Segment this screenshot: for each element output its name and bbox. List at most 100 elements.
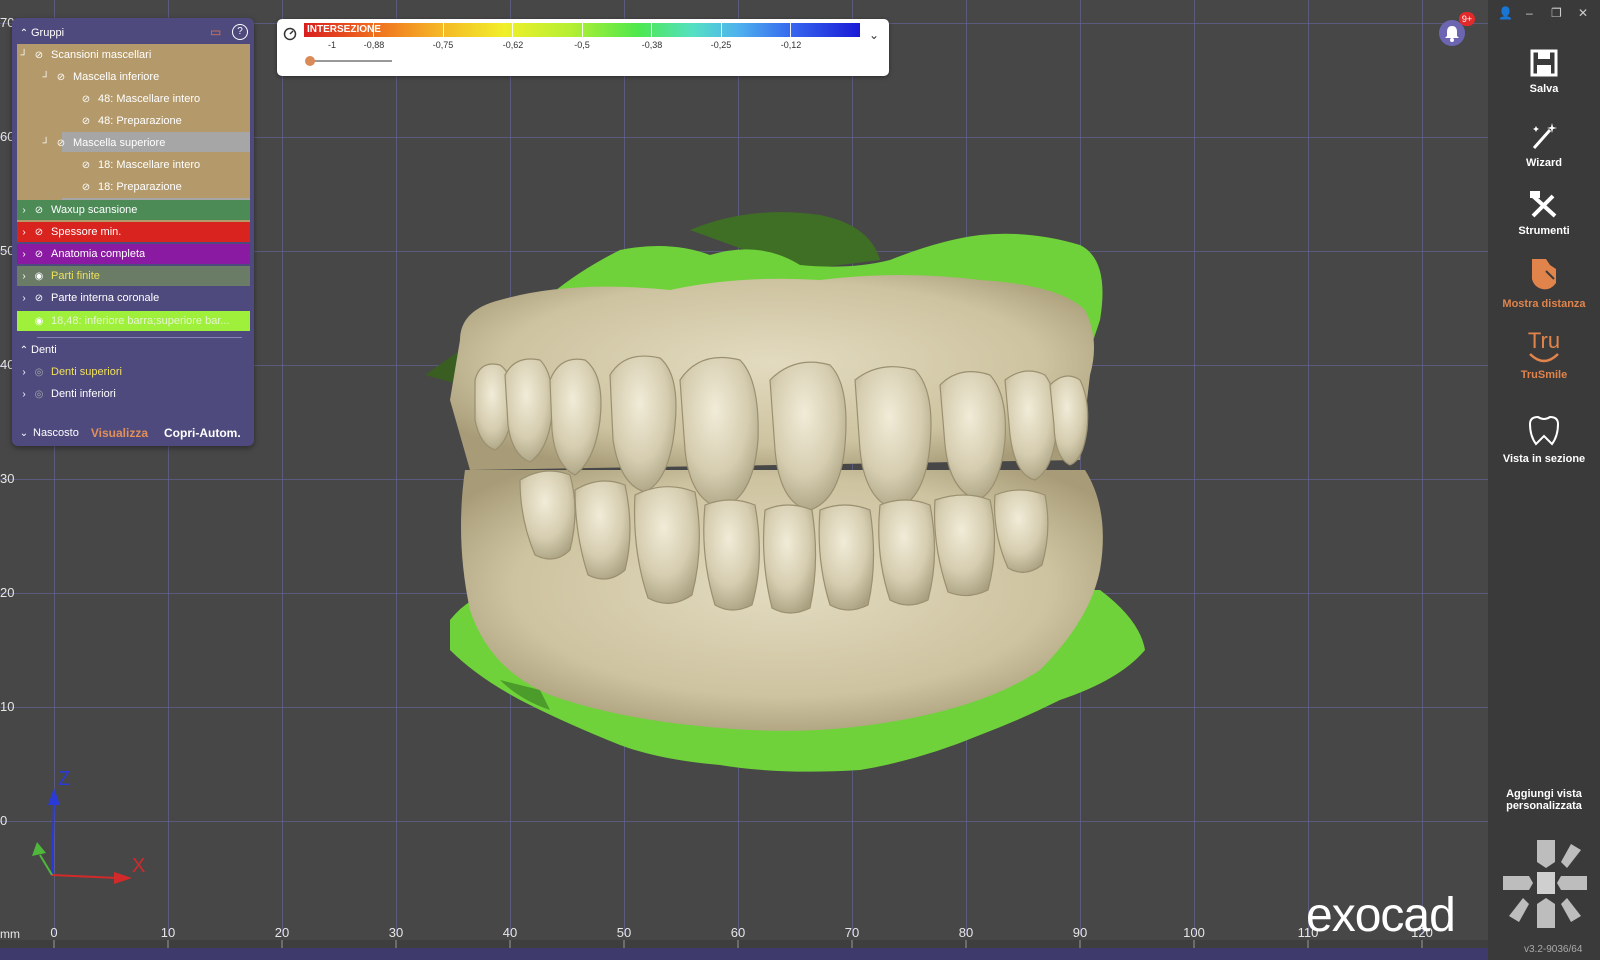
eye-hidden-icon[interactable]: ⊘: [53, 72, 69, 83]
help-icon[interactable]: ?: [232, 24, 248, 40]
show-distance-button[interactable]: Mostra distanza: [1488, 255, 1600, 310]
eye-hidden-icon[interactable]: ⊘: [78, 160, 94, 171]
x-tick-label: 10: [160, 925, 176, 940]
layer-18-preparazione[interactable]: ⊘ 18: Preparazione: [78, 177, 250, 197]
teeth-lower[interactable]: › ◎ Denti inferiori: [17, 384, 250, 404]
layer-anatomia-completa[interactable]: › ⊘ Anatomia completa: [17, 244, 250, 264]
layer-spessore-min[interactable]: › ⊘ Spessore min.: [17, 222, 250, 242]
layer-mascella-inferiore[interactable]: ┘ ⊘ Mascella inferiore: [39, 67, 250, 87]
grid-line: [282, 0, 283, 935]
eye-icon[interactable]: ◉: [31, 271, 47, 282]
scale-tick: -0,38: [641, 40, 663, 50]
layer-parte-interna-coronale[interactable]: › ⊘ Parte interna coronale: [17, 288, 250, 308]
show-button[interactable]: Visualizza: [91, 426, 148, 440]
layer-bar[interactable]: ◉ 18,48: inferiore barra;superiore bar..…: [17, 311, 250, 331]
scale-divider: [721, 23, 722, 37]
gauge-icon[interactable]: [283, 27, 297, 41]
distance-tooth-icon: [1532, 259, 1556, 290]
tools-icon: [1530, 191, 1557, 218]
threshold-slider[interactable]: [310, 60, 392, 62]
chevron-right-icon: ›: [22, 366, 26, 378]
scale-tick: -1: [327, 40, 337, 50]
eye-hidden-icon[interactable]: ⊘: [53, 138, 69, 149]
teeth-upper[interactable]: › ◎ Denti superiori: [17, 362, 250, 382]
threshold-slider-handle[interactable]: [305, 56, 315, 66]
eye-hidden-icon[interactable]: ⊘: [78, 182, 94, 193]
minimize-icon[interactable]: –: [1526, 6, 1533, 20]
save-icon: [1530, 49, 1558, 77]
z-axis-label: Z: [58, 768, 70, 790]
divider: [37, 337, 242, 338]
x-tick-label: 80: [958, 925, 974, 940]
y-tick-label: 20: [0, 585, 15, 600]
layer-48-preparazione[interactable]: ⊘ 48: Preparazione: [78, 111, 250, 131]
layer-scansioni-mascellari[interactable]: ┘ ⊘ Scansioni mascellari: [17, 45, 250, 65]
x-tick-label: 90: [1072, 925, 1088, 940]
chevron-down-icon[interactable]: ⌄: [17, 428, 31, 439]
layer-waxup-scansione[interactable]: › ⊘ Waxup scansione: [17, 200, 250, 220]
notification-badge: 9+: [1459, 12, 1475, 26]
hidden-button[interactable]: Nascosto: [33, 427, 79, 439]
wizard-button[interactable]: Wizard: [1488, 120, 1600, 169]
scale-tick: -0,5: [574, 40, 590, 50]
color-scale-bar: INTERSEZIONE: [304, 23, 860, 37]
x-tick-label: 100: [1183, 925, 1205, 940]
scale-tick: -0,75: [432, 40, 454, 50]
ruler: [0, 940, 1488, 948]
chevron-right-icon: ›: [22, 226, 26, 238]
save-button[interactable]: Salva: [1488, 48, 1600, 95]
layers-panel: ⌃ Gruppi ▭ ? ┘ ⊘ Scansioni mascellari ┘ …: [12, 18, 254, 446]
eye-hidden-icon[interactable]: ⊘: [31, 205, 47, 216]
color-scale-box: INTERSEZIONE -1 -0,88 -0,75 -0,62 -0,5 -…: [277, 19, 889, 76]
add-custom-view-button[interactable]: Aggiungi vista personalizzata: [1488, 786, 1600, 812]
dental-model[interactable]: [420, 200, 1180, 800]
version-label: v3.2-9036/64: [1524, 944, 1583, 955]
teeth-header[interactable]: ⌃ Denti: [17, 340, 250, 360]
panel-footer: ⌄ Nascosto Visualizza Copri-Autom.: [17, 423, 250, 443]
exocad-logo: exocad: [1306, 889, 1456, 942]
scale-divider: [582, 23, 583, 37]
eye-icon[interactable]: ◉: [31, 316, 47, 327]
view-cube-icon[interactable]: [1501, 838, 1589, 930]
layer-48-mascellare-intero[interactable]: ⊘ 48: Mascellare intero: [78, 89, 250, 109]
autohide-button[interactable]: Copri-Autom.: [164, 426, 241, 440]
layer-mascella-superiore[interactable]: ┘ ⊘ Mascella superiore: [39, 133, 250, 153]
scale-divider: [373, 23, 374, 37]
eye-hidden-icon[interactable]: ⊘: [31, 249, 47, 260]
y-tick-label: 0: [0, 813, 8, 828]
eye-hidden-icon[interactable]: ⊘: [78, 116, 94, 127]
x-axis-label: X: [132, 855, 145, 877]
trusmile-logo: Tru: [1527, 328, 1561, 353]
chevron-right-icon: ›: [22, 292, 26, 304]
screen-icon[interactable]: ▭: [210, 25, 221, 39]
layer-18-mascellare-intero[interactable]: ⊘ 18: Mascellare intero: [78, 155, 250, 175]
eye-icon[interactable]: ◎: [31, 389, 47, 400]
tools-button[interactable]: Strumenti: [1488, 188, 1600, 237]
color-scale-title: INTERSEZIONE: [307, 24, 381, 35]
user-icon[interactable]: 👤: [1498, 6, 1513, 20]
trusmile-button[interactable]: Tru TruSmile: [1488, 328, 1600, 382]
expand-chevron-icon[interactable]: ⌄: [869, 28, 879, 42]
eye-icon[interactable]: ◎: [31, 367, 47, 378]
y-tick-label: 30: [0, 471, 15, 486]
close-icon[interactable]: ✕: [1578, 6, 1588, 20]
scale-tick: -0,88: [363, 40, 385, 50]
right-toolbar: 👤 – ❐ ✕ Salva Wizard Strumenti Mostra di…: [1488, 0, 1600, 960]
section-view-button[interactable]: Vista in sezione: [1488, 414, 1600, 465]
scale-divider: [651, 23, 652, 37]
eye-hidden-icon[interactable]: ⊘: [31, 50, 47, 61]
tree-expand-icon: ┘: [20, 49, 28, 61]
layer-parti-finite[interactable]: › ◉ Parti finite: [17, 266, 250, 286]
grid-line: [1194, 0, 1195, 935]
grid-line: [396, 0, 397, 935]
grid-line: [1308, 0, 1309, 935]
tree-expand-icon: ┘: [42, 71, 50, 83]
restore-icon[interactable]: ❐: [1551, 6, 1562, 20]
x-tick-label: 60: [730, 925, 746, 940]
eye-hidden-icon[interactable]: ⊘: [31, 227, 47, 238]
eye-hidden-icon[interactable]: ⊘: [78, 94, 94, 105]
chevron-right-icon: ›: [22, 204, 26, 216]
eye-hidden-icon[interactable]: ⊘: [31, 293, 47, 304]
scale-divider: [443, 23, 444, 37]
tree-expand-icon: ┘: [42, 137, 50, 149]
